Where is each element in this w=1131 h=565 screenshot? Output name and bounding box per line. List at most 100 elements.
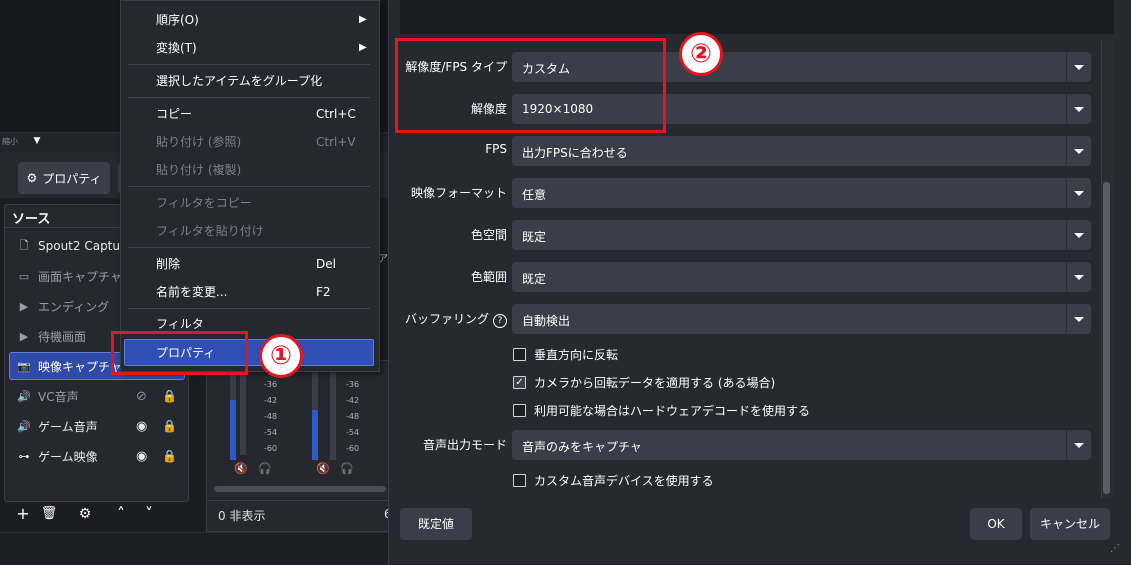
eye-icon[interactable]: ◉: [136, 419, 152, 434]
chevron-down-icon[interactable]: ▼: [28, 136, 46, 150]
lock-icon[interactable]: 🔒: [162, 419, 177, 433]
checkbox-box[interactable]: [513, 474, 526, 487]
properties-button[interactable]: ⚙ プロパティ: [18, 162, 110, 194]
menu-shortcut: F2: [316, 285, 331, 299]
menu-item-paste-duplicate[interactable]: 貼り付け (複製): [121, 156, 377, 184]
menu-label: フィルタを貼り付け: [156, 224, 264, 238]
properties-button-label: プロパティ: [42, 171, 102, 186]
source-label: VC音声: [38, 389, 79, 404]
menu-item-delete[interactable]: 削除 Del: [121, 250, 377, 278]
source-label: 待機画面: [38, 329, 87, 344]
checkbox-label: 垂直方向に反転: [534, 348, 619, 362]
checkbox-label: 利用可能な場合はハードウェアデコードを使用する: [534, 404, 811, 418]
status-bar: [0, 532, 390, 565]
headphone-icon[interactable]: 🎧: [340, 462, 354, 475]
source-item-game-audio[interactable]: 🔊 ゲーム音声 ◉ 🔒: [10, 412, 186, 440]
buffering-select[interactable]: 自動検出: [512, 304, 1091, 334]
menu-item-copy[interactable]: コピー Ctrl+C: [121, 100, 377, 128]
menu-separator: [128, 97, 370, 98]
fps-select[interactable]: 出力FPSに合わせる: [512, 136, 1091, 166]
checkmark-icon[interactable]: ✓: [513, 376, 526, 389]
hardware-decode-checkbox[interactable]: 利用可能な場合はハードウェアデコードを使用する: [513, 402, 810, 419]
source-item-vc-audio[interactable]: 🔊 VC音声 ⊘ 🔒: [10, 382, 186, 410]
ok-button[interactable]: OK: [970, 508, 1022, 540]
gear-icon[interactable]: ⚙: [74, 502, 96, 526]
chevron-down-icon: [1066, 304, 1091, 334]
chevron-down-icon: [1066, 262, 1091, 292]
menu-shortcut: Ctrl+C: [316, 107, 356, 121]
volume-meter: [230, 370, 236, 460]
select-value: 出力FPSに合わせる: [522, 146, 628, 160]
menu-separator: [128, 186, 370, 187]
menu-label: 貼り付け (複製): [156, 163, 242, 177]
select-value: 自動検出: [522, 314, 571, 328]
select-value: 既定: [522, 272, 547, 286]
db-tick: -48: [264, 412, 278, 421]
checkbox-box[interactable]: [513, 404, 526, 417]
select-value: 音声のみをキャプチャ: [522, 440, 642, 454]
apply-rotation-checkbox[interactable]: ✓ カメラから回転データを適用する (ある場合): [513, 374, 775, 391]
menu-item-group[interactable]: 選択したアイテムをグループ化: [121, 67, 377, 95]
down-arrow-icon[interactable]: ˅: [138, 502, 160, 526]
custom-audio-device-checkbox[interactable]: カスタム音声デバイスを使用する: [513, 472, 714, 489]
headphone-icon[interactable]: 🎧: [258, 462, 272, 475]
volume-meter: [312, 370, 318, 460]
dialog-scrollbar-thumb[interactable]: [1103, 182, 1110, 494]
menu-shortcut: Ctrl+V: [316, 135, 356, 149]
play-icon: ▶: [19, 299, 29, 313]
color-range-select[interactable]: 既定: [512, 262, 1091, 292]
menu-label: 貼り付け (参照): [156, 135, 242, 149]
flip-vertical-checkbox[interactable]: 垂直方向に反転: [513, 346, 618, 363]
db-tick: -60: [264, 444, 278, 453]
menu-item-paste-reference[interactable]: 貼り付け (参照) Ctrl+V: [121, 128, 377, 156]
file-icon: 🗋: [19, 238, 29, 252]
resize-grip-icon[interactable]: ⋰: [1110, 543, 1126, 559]
lock-icon[interactable]: 🔒: [162, 449, 177, 463]
source-label: 画面キャプチャ: [38, 269, 122, 284]
menu-item-paste-filters[interactable]: フィルタを貼り付け: [121, 217, 377, 245]
source-label: ゲーム映像: [38, 449, 98, 464]
menu-item-rename[interactable]: 名前を変更... F2: [121, 278, 377, 306]
checkbox-box[interactable]: [513, 348, 526, 361]
color-space-select[interactable]: 既定: [512, 220, 1091, 250]
db-tick: -54: [346, 428, 360, 437]
defaults-button[interactable]: 既定値: [400, 508, 472, 540]
checkbox-label: カスタム音声デバイスを使用する: [534, 474, 714, 488]
db-tick: -36: [346, 380, 360, 389]
add-icon[interactable]: +: [12, 502, 34, 526]
annotation-step-2: ②: [679, 32, 723, 76]
up-arrow-icon[interactable]: ˄: [110, 502, 132, 526]
cancel-button[interactable]: キャンセル: [1030, 508, 1110, 540]
menu-label: 変換(T): [156, 41, 197, 55]
menu-separator: [128, 64, 370, 65]
help-icon[interactable]: ?: [493, 314, 507, 328]
sources-toolbar: + 🗑 ⚙ ˄ ˅: [4, 502, 188, 528]
submenu-arrow-icon: ▶: [359, 42, 367, 53]
chevron-down-icon: [1066, 430, 1091, 460]
audio-output-mode-select[interactable]: 音声のみをキャプチャ: [512, 430, 1091, 460]
mute-icon[interactable]: 🔇: [316, 462, 330, 475]
menu-item-order[interactable]: 順序(O) ▶: [121, 6, 377, 34]
mixer-scrollbar[interactable]: [214, 486, 386, 492]
source-label: ゲーム音声: [38, 419, 98, 434]
gear-icon: ⚙: [26, 171, 38, 185]
video-format-select[interactable]: 任意: [512, 178, 1091, 208]
menu-item-transform[interactable]: 変換(T) ▶: [121, 34, 377, 62]
submenu-arrow-icon: ▶: [359, 14, 367, 25]
trash-icon[interactable]: 🗑: [38, 502, 60, 526]
gamepad-icon: ⊶: [18, 449, 30, 463]
speaker-icon: 🔊: [17, 389, 31, 403]
menu-label: フィルタをコピー: [156, 196, 252, 210]
source-item-game-video[interactable]: ⊶ ゲーム映像 ◉ 🔒: [10, 442, 186, 470]
db-tick: -42: [264, 396, 278, 405]
preview-pane: [400, 0, 1114, 34]
menu-shortcut: Del: [316, 257, 336, 271]
menu-item-copy-filters[interactable]: フィルタをコピー: [121, 189, 377, 217]
video-format-label: 映像フォーマット: [410, 186, 507, 200]
mute-icon[interactable]: 🔇: [234, 462, 248, 475]
eye-icon[interactable]: ◉: [136, 449, 152, 464]
source-label: Spout2 Capture: [38, 239, 133, 253]
eye-hidden-icon[interactable]: ⊘: [136, 389, 152, 404]
db-tick: -54: [264, 428, 278, 437]
lock-icon[interactable]: 🔒: [162, 389, 177, 403]
